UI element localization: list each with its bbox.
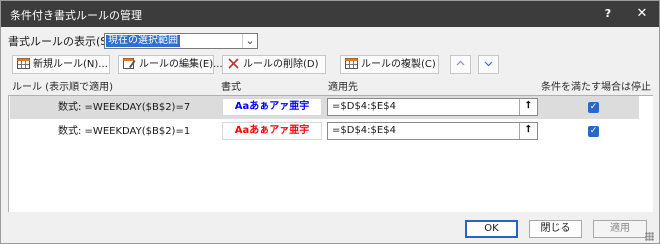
format-preview: Aaあぁアァ亜宇 [222,122,322,140]
applies-to-value: =$D$4:$E$4 [332,125,396,136]
duplicate-rule-label: ルールの複製(C) [361,59,436,70]
applies-to-value: =$D$4:$E$4 [332,101,396,112]
rule-row-saturday[interactable]: 数式: =WEEKDAY($B$2)=7 Aaあぁアァ亜宇 =$D$4:$E$4… [10,96,639,119]
format-column-header: 書式 [221,82,241,93]
new-rule-button[interactable]: 新規ルール(N)... [12,55,110,74]
show-rules-for-select[interactable]: 現在の選択範囲 ⌄ [104,33,258,49]
move-up-button[interactable] [450,55,471,74]
chevron-up-icon [456,60,465,66]
applies-to-field[interactable]: =$D$4:$E$4 ⭡ [327,122,538,140]
chevron-down-icon [484,61,493,67]
chevron-down-icon[interactable]: ⌄ [242,34,257,48]
resize-grip-icon[interactable] [645,232,654,241]
selected-scope-value: 現在の選択範囲 [106,35,180,47]
duplicate-rule-button[interactable]: ルールの複製(C) [340,55,439,74]
rule-formula: 数式: =WEEKDAY($B$2)=1 [58,126,191,137]
ok-button[interactable]: OK [465,220,518,238]
applies-to-column-header: 適用先 [328,82,358,93]
stop-if-true-checkbox[interactable]: ✓ [588,126,599,137]
rules-list[interactable]: 数式: =WEEKDAY($B$2)=7 Aaあぁアァ亜宇 =$D$4:$E$4… [8,95,653,212]
range-selector-icon[interactable]: ⭡ [519,99,537,115]
stop-if-true-checkbox[interactable]: ✓ [588,102,599,113]
show-rules-for-label: 書式ルールの表示(S): [8,35,116,48]
range-selector-icon[interactable]: ⭡ [519,123,537,139]
help-button[interactable]: ? [597,4,619,24]
edit-rule-button[interactable]: ルールの編集(E)... [118,55,223,74]
move-down-button[interactable] [478,55,499,74]
rule-formula: 数式: =WEEKDAY($B$2)=7 [58,102,191,113]
delete-icon [228,58,239,69]
stop-if-true-column-header: 条件を満たす場合は停止 [541,82,651,93]
conditional-formatting-rules-manager-dialog: 条件付き書式ルールの管理 ? ✕ 書式ルールの表示(S): 現在の選択範囲 ⌄ … [0,0,660,244]
edit-rule-icon [123,58,136,69]
rule-row-sunday[interactable]: 数式: =WEEKDAY($B$2)=1 Aaあぁアァ亜宇 =$D$4:$E$4… [10,120,639,143]
applies-to-field[interactable]: =$D$4:$E$4 ⭡ [327,98,538,116]
delete-rule-label: ルールの削除(D) [243,59,319,70]
format-preview: Aaあぁアァ亜宇 [222,98,322,116]
table-icon [17,58,30,69]
new-rule-label: 新規ルール(N)... [33,59,108,70]
edit-rule-label: ルールの編集(E)... [139,59,223,70]
delete-rule-button[interactable]: ルールの削除(D) [222,55,326,74]
rule-column-header: ルール (表示順で適用) [12,82,113,93]
close-button[interactable]: 閉じる [529,220,582,238]
close-window-button[interactable]: ✕ [631,4,653,24]
apply-button[interactable]: 適用 [593,220,647,238]
title-bar[interactable]: 条件付き書式ルールの管理 ? ✕ [1,1,659,27]
window-title: 条件付き書式ルールの管理 [10,9,142,22]
duplicate-icon [345,58,358,69]
